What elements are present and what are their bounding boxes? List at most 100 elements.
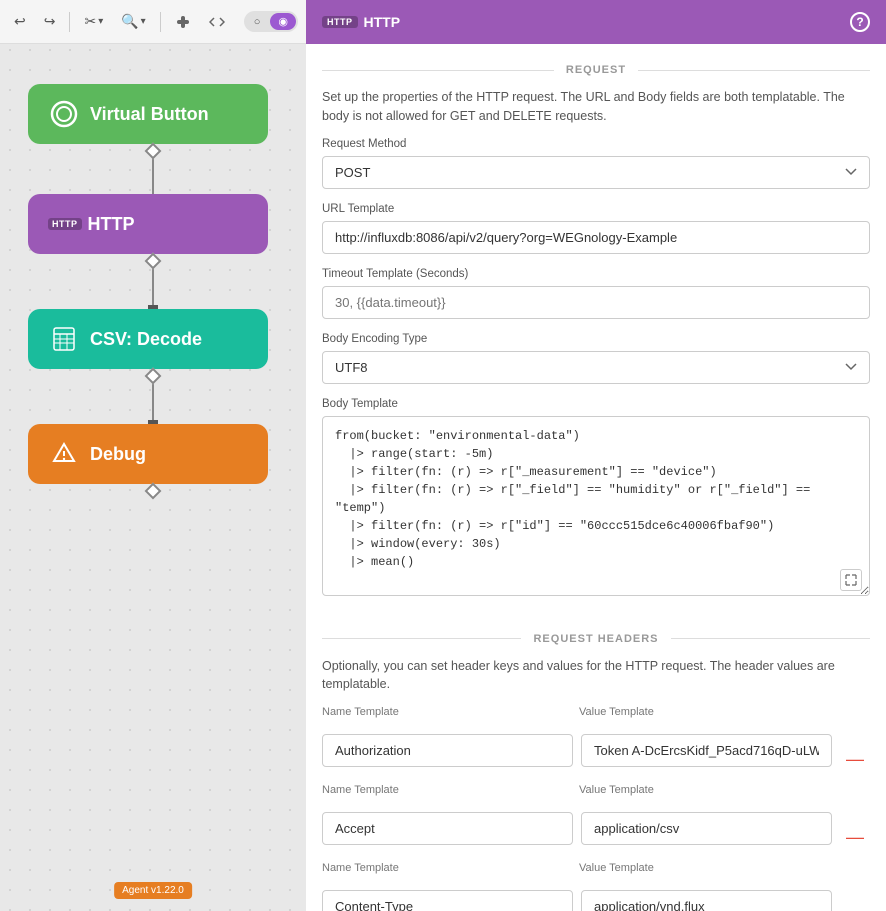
code-button[interactable] [203, 10, 231, 34]
separator-2 [160, 12, 161, 32]
header-row-3-labels: Name Template Value Template [322, 862, 870, 879]
url-input[interactable] [322, 221, 870, 254]
diamond-1 [145, 143, 162, 160]
name-template-label-3: Name Template [322, 862, 571, 874]
header-2-value-input[interactable] [581, 812, 832, 845]
node-csv-decode[interactable]: CSV: Decode [28, 309, 268, 369]
node-http[interactable]: HTTP HTTP [28, 194, 268, 254]
encoding-select[interactable]: UTF8 Base64 JSON [322, 351, 870, 384]
header-1-value-col [581, 734, 832, 767]
line-3 [152, 382, 154, 420]
header-row-3: — [322, 883, 870, 911]
right-content: REQUEST Set up the properties of the HTT… [306, 64, 886, 911]
debug-icon [48, 438, 80, 470]
headers-section-divider: REQUEST HEADERS [322, 633, 870, 645]
line-1 [152, 157, 154, 195]
headers-description: Optionally, you can set header keys and … [306, 657, 886, 707]
connector-2 [147, 255, 159, 315]
name-template-label-1: Name Template [322, 706, 571, 718]
panel-title: HTTP [364, 14, 401, 30]
undo-button[interactable]: ↩ [8, 9, 32, 34]
header-1-name-col [322, 734, 573, 767]
zoom-button[interactable]: 🔍 ▾ [115, 9, 151, 34]
request-description: Set up the properties of the HTTP reques… [306, 88, 886, 138]
value-template-label-1: Value Template [579, 706, 828, 718]
method-label: Request Method [322, 138, 870, 150]
body-field-group: Body Template from(bucket: "environmenta… [306, 398, 886, 613]
header-row-1: — [322, 727, 870, 774]
diamond-2 [145, 253, 162, 270]
body-textarea[interactable]: from(bucket: "environmental-data") |> ra… [322, 416, 870, 596]
headers-section-label: REQUEST HEADERS [533, 633, 658, 645]
value-col-header-2: Value Template [579, 784, 828, 801]
help-icon[interactable]: ? [850, 12, 870, 32]
virtual-button-icon [48, 98, 80, 130]
value-template-label-3: Value Template [579, 862, 828, 874]
diamond-4 [145, 483, 162, 500]
method-field-group: Request Method POST GET PUT DELETE PATCH [306, 138, 886, 203]
csv-decode-label: CSV: Decode [90, 329, 202, 350]
view-toggle: ○ ◉ [244, 11, 298, 32]
http-node-label: HTTP [88, 214, 135, 235]
toolbar: ↩ ↪ ✂ ▾ 🔍 ▾ ○ ◉ [0, 0, 306, 44]
header-row-2-labels: Name Template Value Template [322, 784, 870, 801]
debug-label: Debug [90, 444, 146, 465]
url-field-group: URL Template [306, 203, 886, 268]
body-label: Body Template [322, 398, 870, 410]
right-panel-header: HTTP HTTP ? [306, 0, 886, 44]
header-1-value-input[interactable] [581, 734, 832, 767]
method-select[interactable]: POST GET PUT DELETE PATCH [322, 156, 870, 189]
toggle-off[interactable]: ○ [246, 14, 269, 30]
header-1-name-input[interactable] [322, 734, 573, 767]
body-textarea-wrapper: from(bucket: "environmental-data") |> ra… [322, 416, 870, 599]
value-col-header-3: Value Template [579, 862, 828, 879]
right-panel: HTTP HTTP ? REQUEST Set up the propertie… [306, 0, 886, 911]
encoding-field-group: Body Encoding Type UTF8 Base64 JSON [306, 333, 886, 398]
request-section-label: REQUEST [566, 64, 626, 76]
header-row-2: — [322, 805, 870, 852]
name-col-header-3: Name Template [322, 862, 571, 879]
header-2-value-col [581, 812, 832, 845]
diamond-3 [145, 368, 162, 385]
header-http-badge: HTTP [322, 16, 358, 28]
header-2-name-input[interactable] [322, 812, 573, 845]
header-1-delete-button[interactable]: — [840, 745, 870, 774]
agent-badge: Agent v1.22.0 [114, 882, 192, 899]
encoding-label: Body Encoding Type [322, 333, 870, 345]
url-label: URL Template [322, 203, 870, 215]
timeout-field-group: Timeout Template (Seconds) [306, 268, 886, 333]
header-2-delete-button[interactable]: — [840, 823, 870, 852]
canvas-area: Virtual Button HTTP HTTP [0, 44, 306, 911]
redo-button[interactable]: ↪ [38, 9, 62, 34]
name-col-header-2: Name Template [322, 784, 571, 801]
http-node-badge: HTTP [48, 218, 82, 230]
name-col-header: Name Template [322, 706, 571, 723]
expand-button[interactable] [840, 569, 862, 591]
node-debug[interactable]: Debug [28, 424, 268, 484]
line-2 [152, 267, 154, 305]
virtual-button-label: Virtual Button [90, 104, 209, 125]
header-3-delete-button[interactable]: — [840, 901, 870, 911]
request-section-divider: REQUEST [322, 64, 870, 76]
separator-1 [69, 12, 70, 32]
add-button[interactable] [169, 10, 197, 34]
header-title-group: HTTP HTTP [322, 14, 400, 30]
timeout-label: Timeout Template (Seconds) [322, 268, 870, 280]
toggle-on[interactable]: ◉ [270, 13, 296, 30]
header-3-name-col [322, 890, 573, 911]
header-3-name-input[interactable] [322, 890, 573, 911]
connector-3 [147, 370, 159, 430]
headers-grid: Name Template Value Template — [306, 706, 886, 911]
connector-4 [147, 485, 159, 497]
cut-button[interactable]: ✂ ▾ [78, 9, 109, 34]
canvas-panel: ↩ ↪ ✂ ▾ 🔍 ▾ ○ ◉ Virtual Button [0, 0, 306, 911]
timeout-input[interactable] [322, 286, 870, 319]
header-3-value-input[interactable] [581, 890, 832, 911]
header-2-name-col [322, 812, 573, 845]
node-virtual-button[interactable]: Virtual Button [28, 84, 268, 144]
name-template-label-2: Name Template [322, 784, 571, 796]
value-col-header: Value Template [579, 706, 828, 723]
value-template-label-2: Value Template [579, 784, 828, 796]
header-3-value-col [581, 890, 832, 911]
header-row-labels: Name Template Value Template [322, 706, 870, 723]
